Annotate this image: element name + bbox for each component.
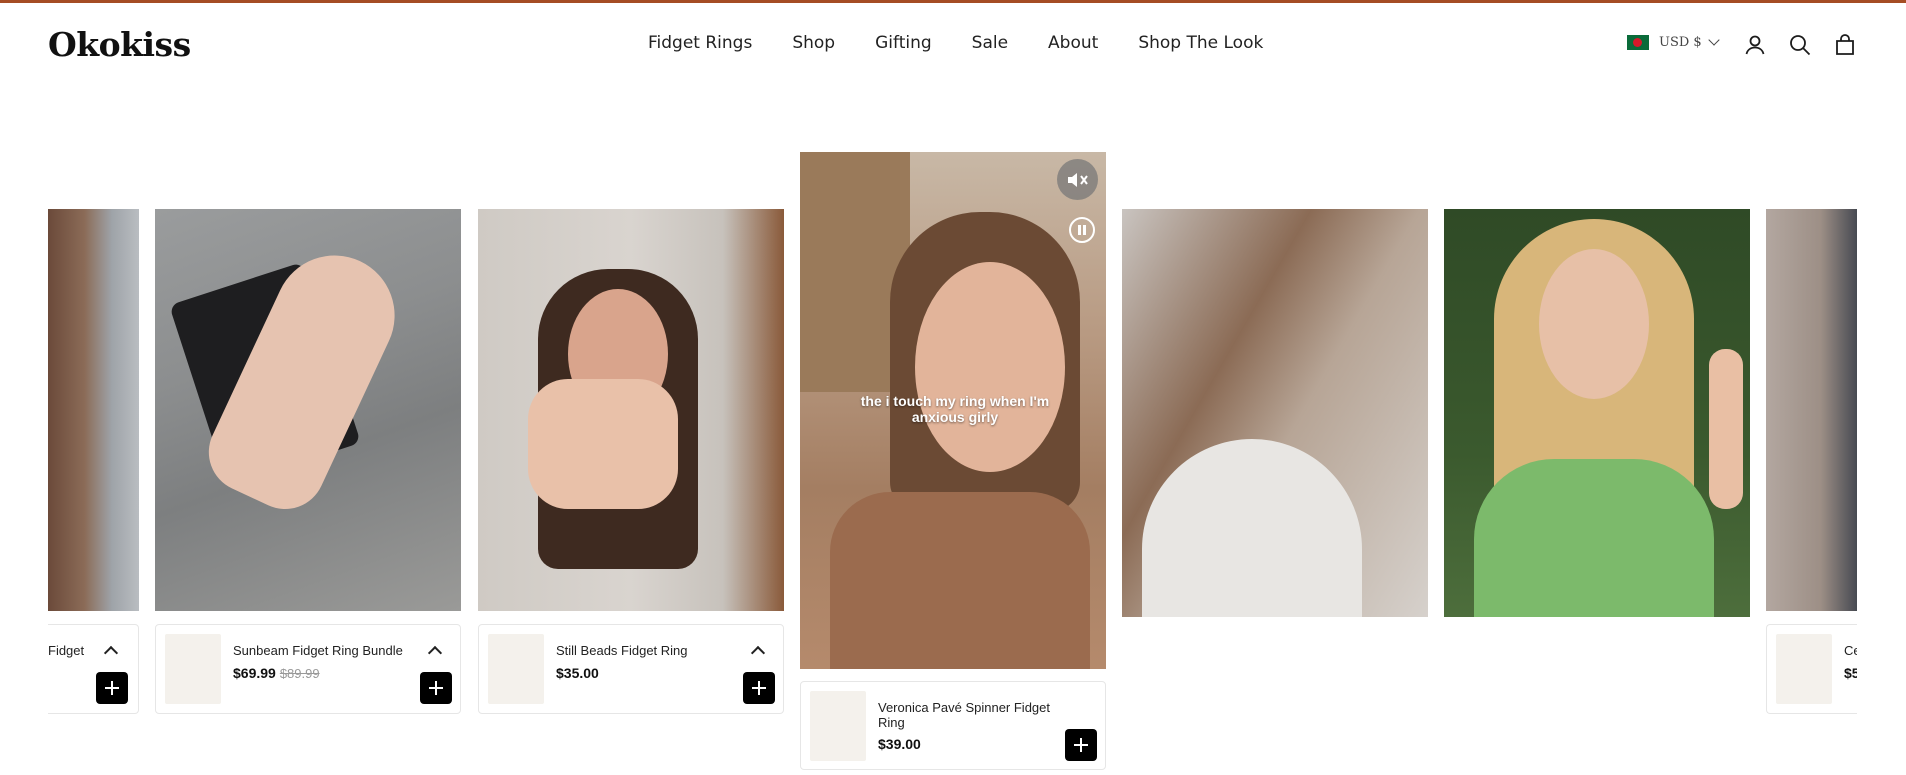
add-to-cart-button[interactable] — [420, 672, 452, 704]
bangladesh-flag-icon — [1627, 35, 1649, 50]
product-card[interactable]: Veronica Pavé Spinner Fidget Ring $39.00 — [800, 681, 1106, 770]
hand-shape — [528, 379, 678, 509]
chevron-up-icon[interactable] — [103, 645, 119, 661]
product-card[interactable]: Ce $5 — [1766, 624, 1857, 714]
currency-selector[interactable]: USD $ — [1627, 34, 1720, 50]
product-price: $39.00 — [878, 736, 921, 752]
product-thumbnail — [488, 634, 544, 704]
account-icon[interactable] — [1743, 33, 1767, 57]
active-video[interactable]: the i touch my ring when I'm anxious gir… — [800, 152, 1106, 669]
add-to-cart-button[interactable] — [1065, 729, 1097, 761]
product-price: $5 — [1844, 665, 1857, 681]
product-card[interactable]: Fidget — [48, 624, 139, 714]
chevron-up-icon[interactable] — [427, 645, 443, 661]
main-nav: Fidget Rings Shop Gifting Sale About Sho… — [648, 33, 1303, 53]
add-to-cart-button[interactable] — [96, 672, 128, 704]
product-card[interactable]: Still Beads Fidget Ring $35.00 — [478, 624, 784, 714]
face-shape — [1539, 249, 1649, 399]
add-to-cart-button[interactable] — [743, 672, 775, 704]
hand-shape — [1709, 349, 1743, 509]
video-thumbnail[interactable] — [155, 209, 461, 611]
product-price: $35.00 — [556, 665, 599, 681]
cart-icon[interactable] — [1833, 33, 1857, 57]
face-shape — [915, 262, 1065, 472]
hoodie-shape — [830, 492, 1090, 669]
video-thumbnail[interactable] — [1444, 209, 1750, 617]
video-thumbnail[interactable] — [48, 209, 139, 611]
video-caption: the i touch my ring when I'm anxious gir… — [860, 393, 1050, 425]
nav-shop-the-look[interactable]: Shop The Look — [1138, 33, 1263, 53]
brand-logo[interactable]: Okokiss — [48, 25, 191, 64]
cardigan-shape — [1474, 459, 1714, 617]
product-name: Veronica Pavé Spinner Fidget Ring — [878, 700, 1050, 730]
sale-price: $69.99 — [233, 665, 276, 681]
video-thumbnail[interactable] — [1122, 209, 1428, 617]
original-price: $89.99 — [279, 666, 320, 681]
product-name: Still Beads Fidget Ring — [556, 643, 688, 658]
nav-shop[interactable]: Shop — [792, 33, 835, 53]
nav-about[interactable]: About — [1048, 33, 1098, 53]
speaker-muted-icon — [1068, 173, 1088, 187]
product-card[interactable]: Sunbeam Fidget Ring Bundle $69.99 $89.99 — [155, 624, 461, 714]
product-thumbnail — [165, 634, 221, 704]
product-name: Fidget — [48, 643, 85, 658]
product-thumbnail — [1776, 634, 1832, 704]
product-thumbnail — [810, 691, 866, 761]
chevron-up-icon[interactable] — [750, 645, 766, 661]
nav-fidget-rings[interactable]: Fidget Rings — [648, 33, 752, 53]
video-thumbnail[interactable] — [1766, 209, 1857, 611]
blur-shape — [1142, 439, 1362, 617]
product-price: $69.99 $89.99 — [233, 665, 320, 681]
site-header: Okokiss Fidget Rings Shop Gifting Sale A… — [0, 3, 1906, 87]
chevron-down-icon — [1708, 34, 1720, 46]
search-icon[interactable] — [1788, 33, 1812, 57]
mute-button[interactable] — [1057, 159, 1098, 200]
nav-gifting[interactable]: Gifting — [875, 33, 932, 53]
currency-label: USD $ — [1659, 35, 1702, 50]
pause-button[interactable] — [1069, 217, 1095, 243]
video-thumbnail[interactable] — [478, 209, 784, 611]
nav-sale[interactable]: Sale — [972, 33, 1008, 53]
product-name: Ce — [1844, 643, 1857, 658]
product-name: Sunbeam Fidget Ring Bundle — [233, 643, 403, 658]
